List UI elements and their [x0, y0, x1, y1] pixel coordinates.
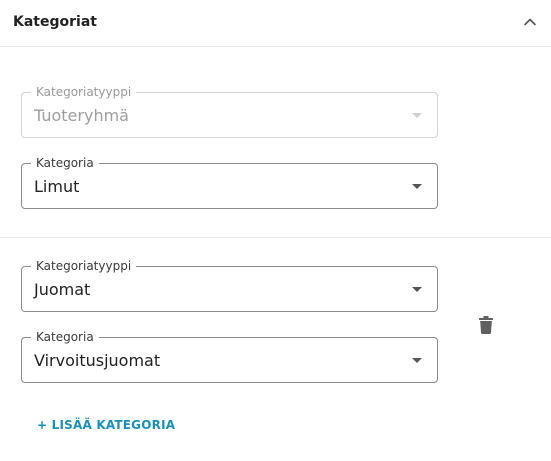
dropdown-arrow-icon [412, 358, 422, 363]
add-category-button[interactable]: + LISÄÄ KATEGORIA [37, 418, 175, 432]
category-type-label-2: Kategoriatyyppi [31, 259, 137, 273]
section-header: Kategoriat [0, 0, 551, 47]
category-label-1: Kategoria [31, 156, 99, 170]
category-type-select-1: Kategoriatyyppi Tuoteryhmä [21, 85, 438, 138]
chevron-up-icon[interactable] [523, 15, 537, 29]
section-title: Kategoriat [13, 14, 97, 30]
category-label-2: Kategoria [31, 330, 99, 344]
category-type-label-1: Kategoriatyyppi [31, 85, 137, 99]
dropdown-arrow-icon [412, 184, 422, 189]
category-select-1[interactable]: Kategoria Limut [21, 156, 438, 209]
dropdown-arrow-icon [412, 113, 422, 118]
category-select-2[interactable]: Kategoria Virvoitusjuomat [21, 330, 438, 383]
dropdown-arrow-icon [412, 287, 422, 292]
category-type-value-1: Tuoteryhmä [34, 106, 129, 125]
category-type-select-2[interactable]: Kategoriatyyppi Juomat [21, 259, 438, 312]
category-value-2: Virvoitusjuomat [34, 351, 161, 370]
trash-icon[interactable] [479, 316, 493, 334]
category-value-1: Limut [34, 177, 80, 196]
group-divider [0, 237, 551, 238]
category-type-value-2: Juomat [34, 280, 91, 299]
